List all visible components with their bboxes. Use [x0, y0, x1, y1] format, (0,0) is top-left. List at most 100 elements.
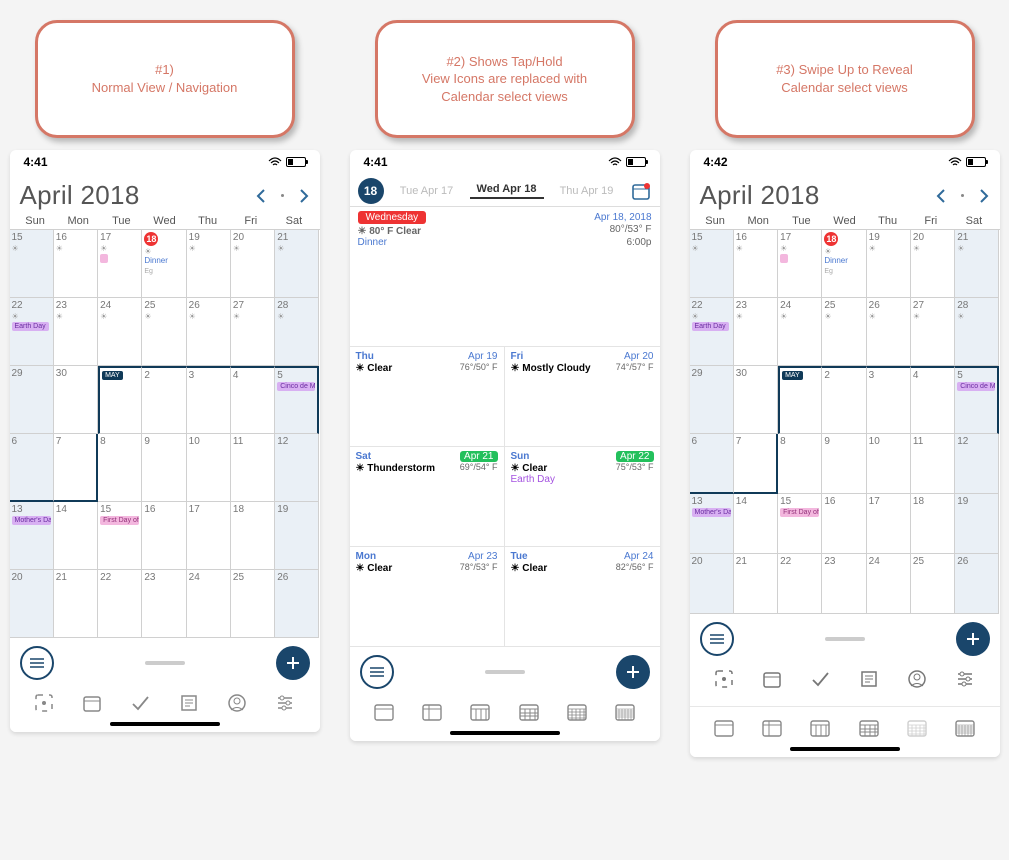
- calendar-icon[interactable]: [759, 666, 785, 692]
- day-cell[interactable]: 20☀: [911, 230, 955, 298]
- day-cell[interactable]: 24: [867, 554, 911, 614]
- view-week-icon[interactable]: [807, 715, 833, 741]
- day-cell[interactable]: 13Mother's Day: [690, 494, 734, 554]
- focus-icon[interactable]: [31, 690, 57, 716]
- drag-handle[interactable]: [825, 637, 865, 641]
- day-cell[interactable]: 28☀: [955, 298, 999, 366]
- day-cell[interactable]: 24☀: [778, 298, 822, 366]
- day-cell[interactable]: 18: [911, 494, 955, 554]
- day-cell[interactable]: 24☀: [98, 298, 142, 366]
- day-cell[interactable]: 23☀: [54, 298, 98, 366]
- focus-icon[interactable]: [711, 666, 737, 692]
- day-cell[interactable]: 18☀DinnerEg: [142, 230, 186, 298]
- view-year-icon[interactable]: [612, 699, 638, 725]
- agenda-event[interactable]: Dinner: [358, 237, 387, 248]
- day-cell[interactable]: 25☀: [142, 298, 186, 366]
- day-cell[interactable]: 11: [231, 434, 275, 502]
- day-cell[interactable]: 22☀Earth Day: [10, 298, 54, 366]
- day-badge[interactable]: 18: [358, 178, 384, 204]
- day-cell[interactable]: 25: [231, 570, 275, 638]
- drag-handle[interactable]: [145, 661, 185, 665]
- day-cell[interactable]: 20: [690, 554, 734, 614]
- day-cell[interactable]: 23☀: [734, 298, 778, 366]
- checkmark-icon[interactable]: [807, 666, 833, 692]
- day-cell[interactable]: 26: [275, 570, 319, 638]
- view-3d-icon[interactable]: [419, 699, 445, 725]
- day-cell[interactable]: 25: [911, 554, 955, 614]
- day-cell[interactable]: 29: [690, 366, 734, 434]
- day-cell[interactable]: 30: [54, 366, 98, 434]
- agenda-cell[interactable]: SunApr 22☀ Clear75°/53° FEarth Day: [505, 447, 660, 547]
- agenda-cell[interactable]: MonApr 23☀ Clear78°/53° F: [350, 547, 505, 647]
- note-icon[interactable]: [856, 666, 882, 692]
- drag-handle[interactable]: [485, 670, 525, 674]
- day-cell[interactable]: 28☀: [275, 298, 319, 366]
- agenda-cell[interactable]: SatApr 21☀ Thunderstorm69°/54° F: [350, 447, 505, 547]
- day-cell[interactable]: 19☀: [187, 230, 231, 298]
- add-button[interactable]: [276, 646, 310, 680]
- agenda-cell[interactable]: TueApr 24☀ Clear82°/56° F: [505, 547, 660, 647]
- day-cell[interactable]: 2: [142, 366, 186, 434]
- view-month-icon[interactable]: [856, 715, 882, 741]
- day-cell[interactable]: 21☀: [275, 230, 319, 298]
- today-dot-button[interactable]: [961, 194, 964, 197]
- menu-button[interactable]: [20, 646, 54, 680]
- sliders-icon[interactable]: [272, 690, 298, 716]
- day-cell[interactable]: 15☀: [690, 230, 734, 298]
- day-cell[interactable]: 12: [955, 434, 999, 494]
- day-cell[interactable]: 29: [10, 366, 54, 434]
- day-cell[interactable]: 15☀: [10, 230, 54, 298]
- add-button[interactable]: [616, 655, 650, 689]
- agenda-today[interactable]: Wednesday Apr 18, 2018 ☀ 80° F Clear 80°…: [350, 207, 660, 347]
- day-cell[interactable]: 17☀: [778, 230, 822, 298]
- day-cell[interactable]: 27☀: [231, 298, 275, 366]
- day-next[interactable]: Thu Apr 19: [550, 185, 624, 197]
- agenda-cell[interactable]: FriApr 20☀ Mostly Cloudy74°/57° F: [505, 347, 660, 447]
- view-3d-icon[interactable]: [759, 715, 785, 741]
- day-cell[interactable]: 24: [187, 570, 231, 638]
- note-icon[interactable]: [176, 690, 202, 716]
- day-cell[interactable]: 3: [867, 366, 911, 434]
- day-cell[interactable]: 2: [822, 366, 866, 434]
- prev-month-button[interactable]: [935, 188, 947, 204]
- day-cell[interactable]: 11: [911, 434, 955, 494]
- view-1d-icon[interactable]: [711, 715, 737, 741]
- view-year-icon[interactable]: [952, 715, 978, 741]
- view-month-icon[interactable]: [516, 699, 542, 725]
- day-cell[interactable]: 16: [142, 502, 186, 570]
- day-cell[interactable]: 22: [98, 570, 142, 638]
- mini-calendar-button[interactable]: [630, 180, 652, 202]
- day-cell[interactable]: 6: [690, 434, 734, 494]
- day-cell[interactable]: 16☀: [54, 230, 98, 298]
- day-cell[interactable]: 7: [54, 434, 98, 502]
- day-cell[interactable]: 26: [955, 554, 999, 614]
- day-prev[interactable]: Tue Apr 17: [390, 185, 464, 197]
- day-cell[interactable]: 22: [778, 554, 822, 614]
- day-cell[interactable]: 19: [955, 494, 999, 554]
- day-cell[interactable]: 19: [275, 502, 319, 570]
- day-cell[interactable]: 13Mother's Day: [10, 502, 54, 570]
- day-cell[interactable]: 17☀: [98, 230, 142, 298]
- agenda-cell[interactable]: ThuApr 19☀ Clear76°/50° F: [350, 347, 505, 447]
- day-cell[interactable]: 12: [275, 434, 319, 502]
- menu-button[interactable]: [700, 622, 734, 656]
- day-cell[interactable]: 23: [822, 554, 866, 614]
- menu-button[interactable]: [360, 655, 394, 689]
- day-cell[interactable]: 22☀Earth Day: [690, 298, 734, 366]
- day-cell[interactable]: 14: [54, 502, 98, 570]
- day-cell[interactable]: 3: [187, 366, 231, 434]
- contact-icon[interactable]: [224, 690, 250, 716]
- day-cell[interactable]: 9: [822, 434, 866, 494]
- day-cell[interactable]: 20☀: [231, 230, 275, 298]
- day-cell[interactable]: 4: [231, 366, 275, 434]
- next-month-button[interactable]: [298, 188, 310, 204]
- view-week-icon[interactable]: [467, 699, 493, 725]
- agenda-view[interactable]: Wednesday Apr 18, 2018 ☀ 80° F Clear 80°…: [350, 207, 660, 647]
- view-month2-icon[interactable]: [904, 715, 930, 741]
- day-cell[interactable]: 19☀: [867, 230, 911, 298]
- day-cell[interactable]: 20: [10, 570, 54, 638]
- calendar-icon[interactable]: [79, 690, 105, 716]
- day-cell[interactable]: MAY: [98, 366, 142, 434]
- day-cell[interactable]: 17: [867, 494, 911, 554]
- day-cell[interactable]: 14: [734, 494, 778, 554]
